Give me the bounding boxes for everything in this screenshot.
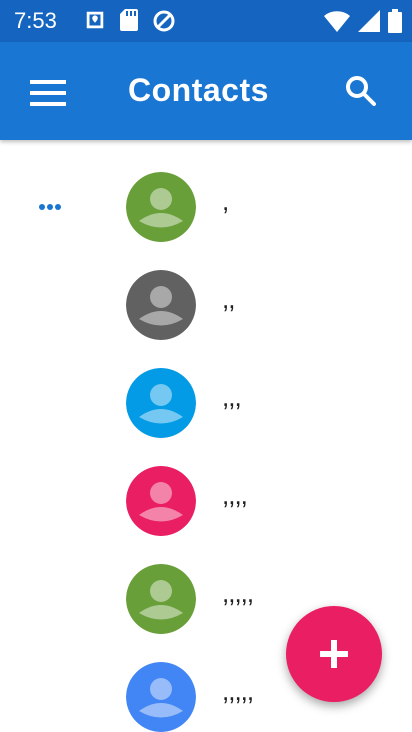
status-bar: 7:53 <box>0 0 412 42</box>
avatar <box>126 270 196 340</box>
battery-icon <box>388 9 402 33</box>
status-time: 7:53 <box>14 8 57 33</box>
contact-row[interactable]: ,, <box>0 260 412 350</box>
wifi-icon <box>324 10 350 32</box>
avatar <box>126 368 196 438</box>
signal-icon <box>358 10 380 32</box>
contact-name: ,, <box>222 284 235 314</box>
avatar <box>126 662 196 732</box>
contact-row[interactable]: ,,, <box>0 358 412 448</box>
status-right-icons <box>324 9 402 33</box>
avatar <box>126 466 196 536</box>
page-title: Contacts <box>128 72 269 108</box>
sd-card-icon <box>120 9 138 33</box>
contact-name: ,,,,, <box>222 676 254 706</box>
contact-name: , <box>222 186 229 216</box>
contact-name: ,,, <box>222 382 242 412</box>
data-saver-icon <box>152 9 176 33</box>
contact-name: ,,,, <box>222 480 248 510</box>
avatar <box>126 564 196 634</box>
menu-button[interactable] <box>24 72 74 112</box>
app-bar: Contacts <box>0 42 412 140</box>
status-left-icons <box>84 9 176 33</box>
contact-row[interactable]: , <box>0 162 412 252</box>
avatar <box>126 172 196 242</box>
contact-name: ,,,,, <box>222 578 254 608</box>
contact-row[interactable]: ,,,, <box>0 456 412 546</box>
search-button[interactable] <box>338 70 388 114</box>
add-contact-button[interactable] <box>286 606 382 702</box>
maps-icon <box>84 9 106 33</box>
